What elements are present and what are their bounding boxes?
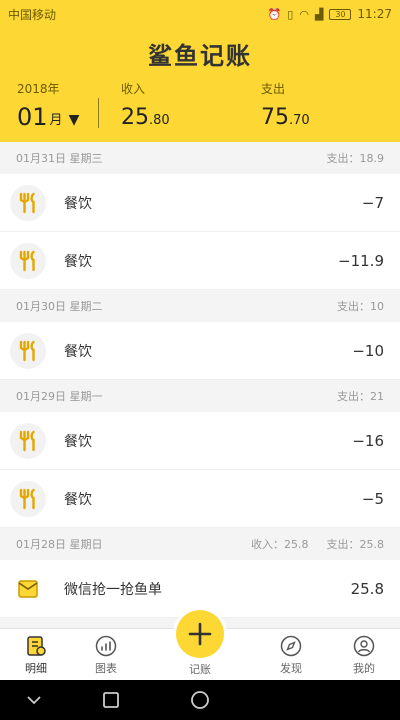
record-row[interactable]: 餐饮 −16 xyxy=(0,412,400,470)
day-header: 01月28日 星期日 收入：25.8 支出：25.8 xyxy=(0,528,400,560)
add-record-label: 记账 xyxy=(189,663,211,676)
fork-spoon-icon xyxy=(10,242,46,279)
day-expense: 支出：21 xyxy=(337,390,384,403)
user-icon xyxy=(353,635,375,657)
signal-icon: ▟ xyxy=(314,7,324,21)
clock-label: 11:27 xyxy=(357,7,392,21)
wifi-icon: ◠ xyxy=(299,7,309,21)
income-int: 25 xyxy=(121,105,149,130)
record-category: 餐饮 xyxy=(64,343,92,360)
day-expense: 支出：18.9 xyxy=(326,152,385,165)
record-category: 微信抢一抢鱼单 xyxy=(64,581,162,598)
alarm-icon: ⏰ xyxy=(267,7,282,21)
tab-label: 图表 xyxy=(95,662,117,675)
day-income: 收入：25.8 xyxy=(251,538,309,551)
fork-spoon-icon xyxy=(10,332,46,369)
day-date: 01月29日 星期一 xyxy=(16,390,103,403)
tab-label: 发现 xyxy=(280,662,302,675)
plus-icon xyxy=(188,622,212,646)
day-header: 01月30日 星期二 支出：10 xyxy=(0,290,400,322)
carrier-label: 中国移动 xyxy=(8,7,57,22)
chart-icon xyxy=(95,635,117,657)
income-label: 收入 xyxy=(121,82,146,96)
income-summary: 收入 25.80 xyxy=(121,80,170,130)
record-row[interactable]: 餐饮 −10 xyxy=(0,322,400,380)
month-value: 01 xyxy=(17,103,48,131)
expense-dec: .70 xyxy=(289,113,310,128)
record-row[interactable]: 餐饮 −11.9 xyxy=(0,232,400,290)
add-record-button[interactable] xyxy=(176,610,224,658)
income-dec: .80 xyxy=(149,113,170,128)
month-summary: 2018年 01 月 ▼ 收入 25.80 支出 75.70 xyxy=(0,80,400,138)
recent-apps-icon[interactable] xyxy=(101,690,121,710)
tab-label: 明细 xyxy=(25,662,47,675)
tab-discover[interactable]: 发现 xyxy=(261,635,321,676)
month-picker[interactable]: 2018年 01 月 ▼ xyxy=(17,80,79,131)
compass-icon xyxy=(280,635,302,657)
back-chevron-icon[interactable] xyxy=(24,690,44,710)
home-icon[interactable] xyxy=(190,690,210,710)
envelope-icon xyxy=(10,570,46,607)
vibrate-icon: ▯ xyxy=(287,7,294,21)
day-expense: 支出：25.8 xyxy=(326,538,385,551)
day-date: 01月28日 星期日 xyxy=(16,538,103,551)
system-nav-bar xyxy=(0,680,400,720)
fork-spoon-icon xyxy=(10,480,46,517)
fork-spoon-icon xyxy=(10,184,46,221)
record-amount: −7 xyxy=(361,193,384,212)
records-list[interactable]: 01月31日 星期三 支出：18.9 餐饮 −7 餐饮 −11.9 01月30日… xyxy=(0,142,400,628)
month-unit: 月 xyxy=(49,113,63,128)
dropdown-arrow-icon: ▼ xyxy=(68,112,80,128)
status-icons: ⏰ ▯ ◠ ▟ 30 11:27 xyxy=(268,7,392,21)
detail-icon xyxy=(25,635,47,657)
app-header: 鲨鱼记账 2018年 01 月 ▼ 收入 25.80 支出 75.70 xyxy=(0,28,400,142)
battery-icon: 30 xyxy=(329,8,352,20)
record-amount: −16 xyxy=(352,431,384,450)
record-amount: −10 xyxy=(352,341,384,360)
year-label: 2018年 xyxy=(17,82,60,96)
summary-divider xyxy=(98,98,99,128)
record-amount: 25.8 xyxy=(350,579,384,598)
record-amount: −11.9 xyxy=(338,251,384,270)
day-header: 01月29日 星期一 支出：21 xyxy=(0,380,400,412)
record-row[interactable]: 餐饮 −5 xyxy=(0,470,400,528)
record-category: 餐饮 xyxy=(64,491,92,508)
day-date: 01月31日 星期三 xyxy=(16,152,103,165)
expense-int: 75 xyxy=(261,105,289,130)
expense-summary: 支出 75.70 xyxy=(261,80,310,130)
status-bar: 中国移动 ⏰ ▯ ◠ ▟ 30 11:27 xyxy=(0,0,400,28)
record-amount: −5 xyxy=(361,489,384,508)
tab-detail[interactable]: 明细 xyxy=(6,635,66,676)
day-date: 01月30日 星期二 xyxy=(16,300,103,313)
expense-label: 支出 xyxy=(261,82,286,96)
tab-chart[interactable]: 图表 xyxy=(76,635,136,676)
fork-spoon-icon xyxy=(10,422,46,459)
record-category: 餐饮 xyxy=(64,195,92,212)
record-category: 餐饮 xyxy=(64,433,92,450)
day-expense: 支出：10 xyxy=(337,300,384,313)
tab-mine[interactable]: 我的 xyxy=(334,635,394,676)
tab-label: 我的 xyxy=(353,662,375,675)
record-category: 餐饮 xyxy=(64,253,92,270)
day-header: 01月31日 星期三 支出：18.9 xyxy=(0,142,400,174)
record-row[interactable]: 餐饮 −7 xyxy=(0,174,400,232)
app-title: 鲨鱼记账 xyxy=(148,42,252,70)
